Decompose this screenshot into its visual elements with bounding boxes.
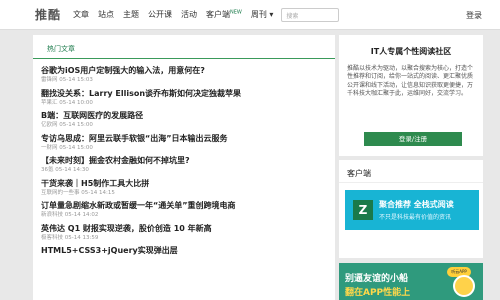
- new-badge: NEW: [230, 9, 242, 16]
- promo-title: IT人专属个性阅读社区: [370, 47, 452, 56]
- promo-description: 推酷以技术为驱动，以聚合搜索为核心，打造个性推荐和订阅，给你一站式的阅读、更汇聚…: [347, 65, 474, 97]
- list-item[interactable]: 谷歌为iOS用户定制强大的输入法，用意何在? 雷锋网 05-14 15:03: [41, 65, 331, 88]
- nav-item-topics[interactable]: 主题: [123, 9, 139, 20]
- list-item[interactable]: HTML5+CSS3+jQuery实现弹出层: [41, 245, 331, 268]
- article-title[interactable]: B端：互联网医疗的发展路径: [41, 110, 331, 121]
- banner-headline: 聚合推荐 全栈式阅读: [379, 200, 454, 209]
- client-panel: 客户端 Z 聚合推荐 全栈式阅读 不只是科技最有价值的资讯: [339, 160, 483, 258]
- article-meta: 新浪科技 05-14 14:02: [41, 212, 99, 218]
- nav-item-weekly[interactable]: 周刊 ▾: [251, 9, 274, 20]
- nav-item-client[interactable]: 客户端NEW: [206, 9, 242, 20]
- nav-item-courses[interactable]: 公开课: [148, 9, 172, 20]
- article-title[interactable]: 英伟达 Q1 财报实现逆袭，股价创造 10 年新高: [41, 223, 331, 234]
- client-banner[interactable]: Z 聚合推荐 全栈式阅读 不只是科技最有价值的资讯: [345, 190, 479, 230]
- right-sidebar: IT人专属个性阅读社区 推酷以技术为驱动，以聚合搜索为核心，打造个性推荐和订阅，…: [339, 35, 483, 300]
- main-nav: 文章 站点 主题 公开课 活动 客户端NEW 周刊 ▾: [73, 9, 273, 20]
- article-title[interactable]: 谷歌为iOS用户定制强大的输入法，用意何在?: [41, 65, 331, 76]
- banner-subline: 不只是科技最有价值的资讯: [379, 214, 452, 221]
- ad-subline: 翻在APP性能上: [345, 288, 411, 298]
- article-meta: 互联网的一些事 05-14 14:15: [41, 189, 115, 196]
- section-title[interactable]: 热门文章: [47, 44, 335, 54]
- list-item[interactable]: 【未来时刻】掘金农村金融如何不掉坑里? 36氪 05-14 14:30: [41, 155, 331, 178]
- list-item[interactable]: 英伟达 Q1 财报实现逆袭，股价创造 10 年新高 极客科技 05-14 13:5…: [41, 223, 331, 246]
- hot-articles-panel: 热门文章 谷歌为iOS用户定制强大的输入法，用意何在? 雷锋网 05-14 15:…: [33, 35, 335, 300]
- mascot-icon: [453, 275, 475, 297]
- article-meta: 36氪 05-14 14:30: [41, 167, 89, 173]
- article-title[interactable]: 专访乌思成：阿里云联手软银“出海”日本输出云服务: [41, 133, 331, 144]
- article-title[interactable]: 【未来时刻】掘金农村金融如何不掉坑里?: [41, 155, 331, 166]
- client-banner-text: 聚合推荐 全栈式阅读 不只是科技最有价值的资讯: [379, 199, 454, 221]
- ad-banner[interactable]: 别逼友谊的小船 翻在APP性能上 听云APP: [339, 263, 483, 300]
- nav-item-events[interactable]: 活动: [181, 9, 197, 20]
- app-logo-icon: Z: [353, 200, 373, 220]
- list-item[interactable]: 干货来袭｜H5制作工具大比拼 互联网的一些事 05-14 14:15: [41, 178, 331, 201]
- article-meta: 雷锋网 05-14 15:03: [41, 77, 93, 83]
- article-title[interactable]: 订单量急剧缩水新政或暂缓一年“通关单”重创跨境电商: [41, 200, 331, 211]
- login-link[interactable]: 登录: [466, 10, 482, 21]
- article-meta: 苹果汇 05-14 10:00: [41, 99, 93, 106]
- community-promo: IT人专属个性阅读社区 推酷以技术为驱动，以聚合搜索为核心，打造个性推荐和订阅，…: [339, 35, 483, 156]
- list-item[interactable]: 翻找没关系：Larry Ellison谈乔布斯如何决定独裁苹果 苹果汇 05-14…: [41, 88, 331, 111]
- list-item[interactable]: 订单量急剧缩水新政或暂缓一年“通关单”重创跨境电商 新浪科技 05-14 14:0…: [41, 200, 331, 223]
- article-title[interactable]: HTML5+CSS3+jQuery实现弹出层: [41, 245, 331, 256]
- list-item[interactable]: 专访乌思成：阿里云联手软银“出海”日本输出云服务 一财网 05-14 15:00: [41, 133, 331, 156]
- article-list: 谷歌为iOS用户定制强大的输入法，用意何在? 雷锋网 05-14 15:03 翻找…: [41, 65, 331, 268]
- site-logo[interactable]: 推酷: [35, 6, 61, 23]
- login-register-button[interactable]: 登录/注册: [364, 132, 462, 146]
- divider: [339, 182, 483, 183]
- ad-headline: 别逼友谊的小船: [345, 274, 409, 284]
- section-divider: [33, 58, 335, 59]
- article-meta: 一财网 05-14 15:00: [41, 144, 93, 151]
- article-title[interactable]: 翻找没关系：Larry Ellison谈乔布斯如何决定独裁苹果: [41, 88, 331, 99]
- chevron-down-icon: ▾: [269, 10, 274, 19]
- nav-item-sites[interactable]: 站点: [98, 9, 114, 20]
- nav-item-client-label: 客户端: [206, 10, 231, 19]
- article-meta: 极客科技 05-14 13:59: [41, 234, 99, 241]
- article-meta: 亿欧网 05-14 15:00: [41, 122, 93, 128]
- list-item[interactable]: B端：互联网医疗的发展路径 亿欧网 05-14 15:00: [41, 110, 331, 133]
- search-input[interactable]: 搜索: [281, 7, 340, 22]
- client-title: 客户端: [347, 169, 371, 178]
- article-title[interactable]: 干货来袭｜H5制作工具大比拼: [41, 178, 331, 189]
- nav-item-weekly-label: 周刊: [250, 10, 267, 19]
- top-navigation-bar: 推酷 文章 站点 主题 公开课 活动 客户端NEW 周刊 ▾ 搜索 登录: [0, 0, 500, 30]
- nav-item-articles[interactable]: 文章: [73, 9, 89, 20]
